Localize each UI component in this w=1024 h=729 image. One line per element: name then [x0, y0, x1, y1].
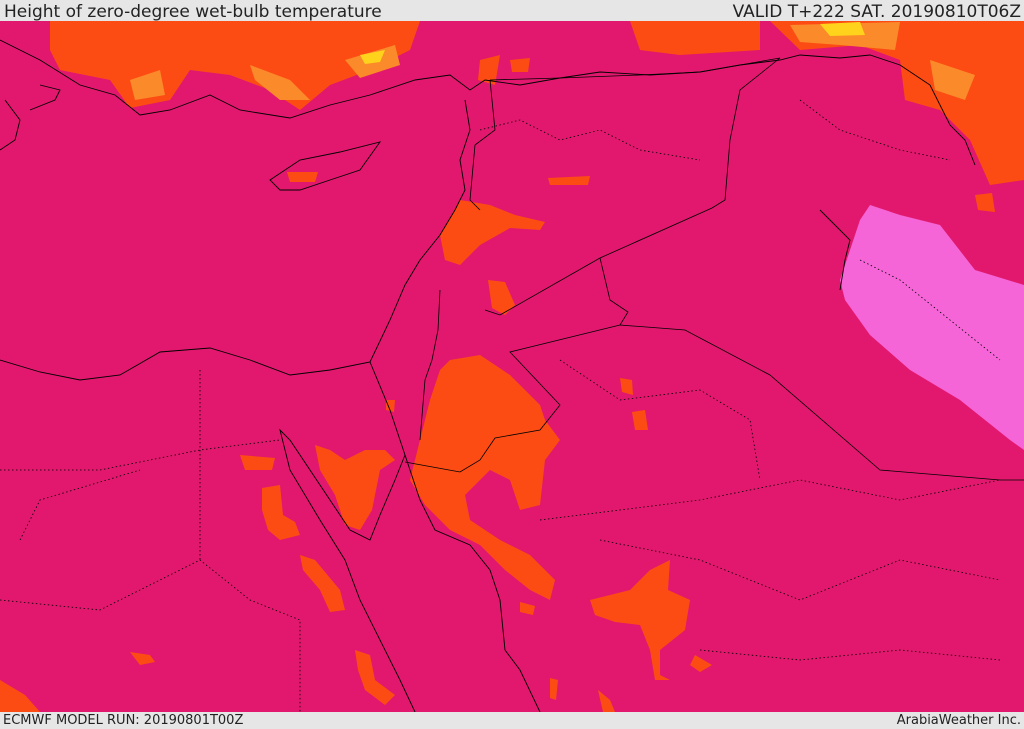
valid-time: VALID T+222 SAT. 20190810T06Z — [732, 2, 1021, 22]
map-background — [0, 21, 1024, 712]
map-title: Height of zero-degree wet-bulb temperatu… — [4, 2, 382, 22]
weather-map — [0, 21, 1024, 712]
map-header: Height of zero-degree wet-bulb temperatu… — [0, 0, 1024, 22]
credit: ArabiaWeather Inc. — [896, 713, 1021, 728]
model-run: ECMWF MODEL RUN: 20190801T00Z — [3, 713, 244, 728]
map-footer: ECMWF MODEL RUN: 20190801T00Z ArabiaWeat… — [0, 712, 1024, 729]
